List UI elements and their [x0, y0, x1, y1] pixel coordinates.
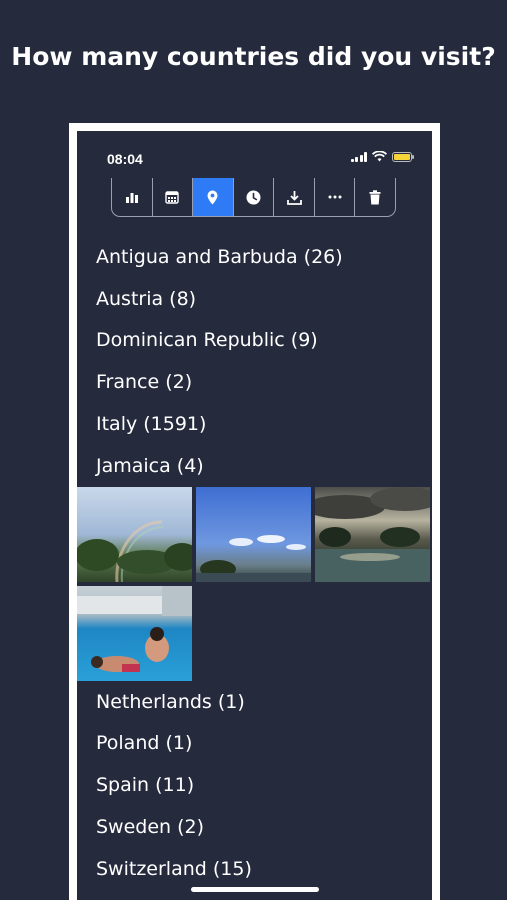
tool-calendar[interactable]: [153, 178, 194, 216]
trash-icon: [369, 189, 381, 204]
calendar-icon: [165, 191, 180, 204]
download-icon: [286, 190, 302, 205]
country-item[interactable]: Switzerland (15): [77, 848, 432, 890]
country-item[interactable]: France (2): [77, 361, 432, 403]
country-item[interactable]: Italy (1591): [77, 403, 432, 445]
photo-thumbnail[interactable]: [77, 585, 192, 681]
home-indicator[interactable]: [191, 887, 319, 892]
country-item[interactable]: Netherlands (1): [77, 681, 432, 723]
tool-locations[interactable]: [193, 178, 234, 216]
photo-thumbnail[interactable]: [315, 486, 430, 582]
status-icons: [350, 151, 414, 162]
app-screen: 08:04 Antigua and Barbuda (26) Austria (…: [77, 131, 432, 900]
bar-chart-icon: [125, 193, 138, 203]
clock-icon: [246, 190, 261, 204]
wifi-icon: [372, 151, 387, 162]
status-time: 08:04: [107, 151, 143, 167]
photo-thumbnail[interactable]: [196, 486, 311, 582]
battery-icon: [392, 151, 414, 162]
country-item[interactable]: Dominican Republic (9): [77, 320, 432, 362]
tool-delete[interactable]: [355, 178, 395, 216]
headline: How many countries did you visit?: [11, 42, 496, 71]
tool-import[interactable]: [274, 178, 315, 216]
signal-icon: [350, 151, 367, 162]
toolbar: [111, 178, 396, 217]
country-item[interactable]: Sweden (2): [77, 806, 432, 848]
country-item[interactable]: Spain (11): [77, 764, 432, 806]
country-item[interactable]: Jamaica (4): [77, 445, 432, 487]
photo-thumbnail[interactable]: [77, 486, 192, 582]
more-icon: [328, 195, 342, 199]
country-list: Antigua and Barbuda (26) Austria (8) Dom…: [77, 236, 432, 890]
tool-more[interactable]: [315, 178, 356, 216]
country-item[interactable]: Antigua and Barbuda (26): [77, 236, 432, 278]
location-pin-icon: [207, 190, 218, 204]
tool-stats[interactable]: [112, 178, 153, 216]
tool-history[interactable]: [234, 178, 275, 216]
country-item[interactable]: Poland (1): [77, 723, 432, 765]
photo-grid: [77, 486, 432, 681]
country-item[interactable]: Austria (8): [77, 278, 432, 320]
